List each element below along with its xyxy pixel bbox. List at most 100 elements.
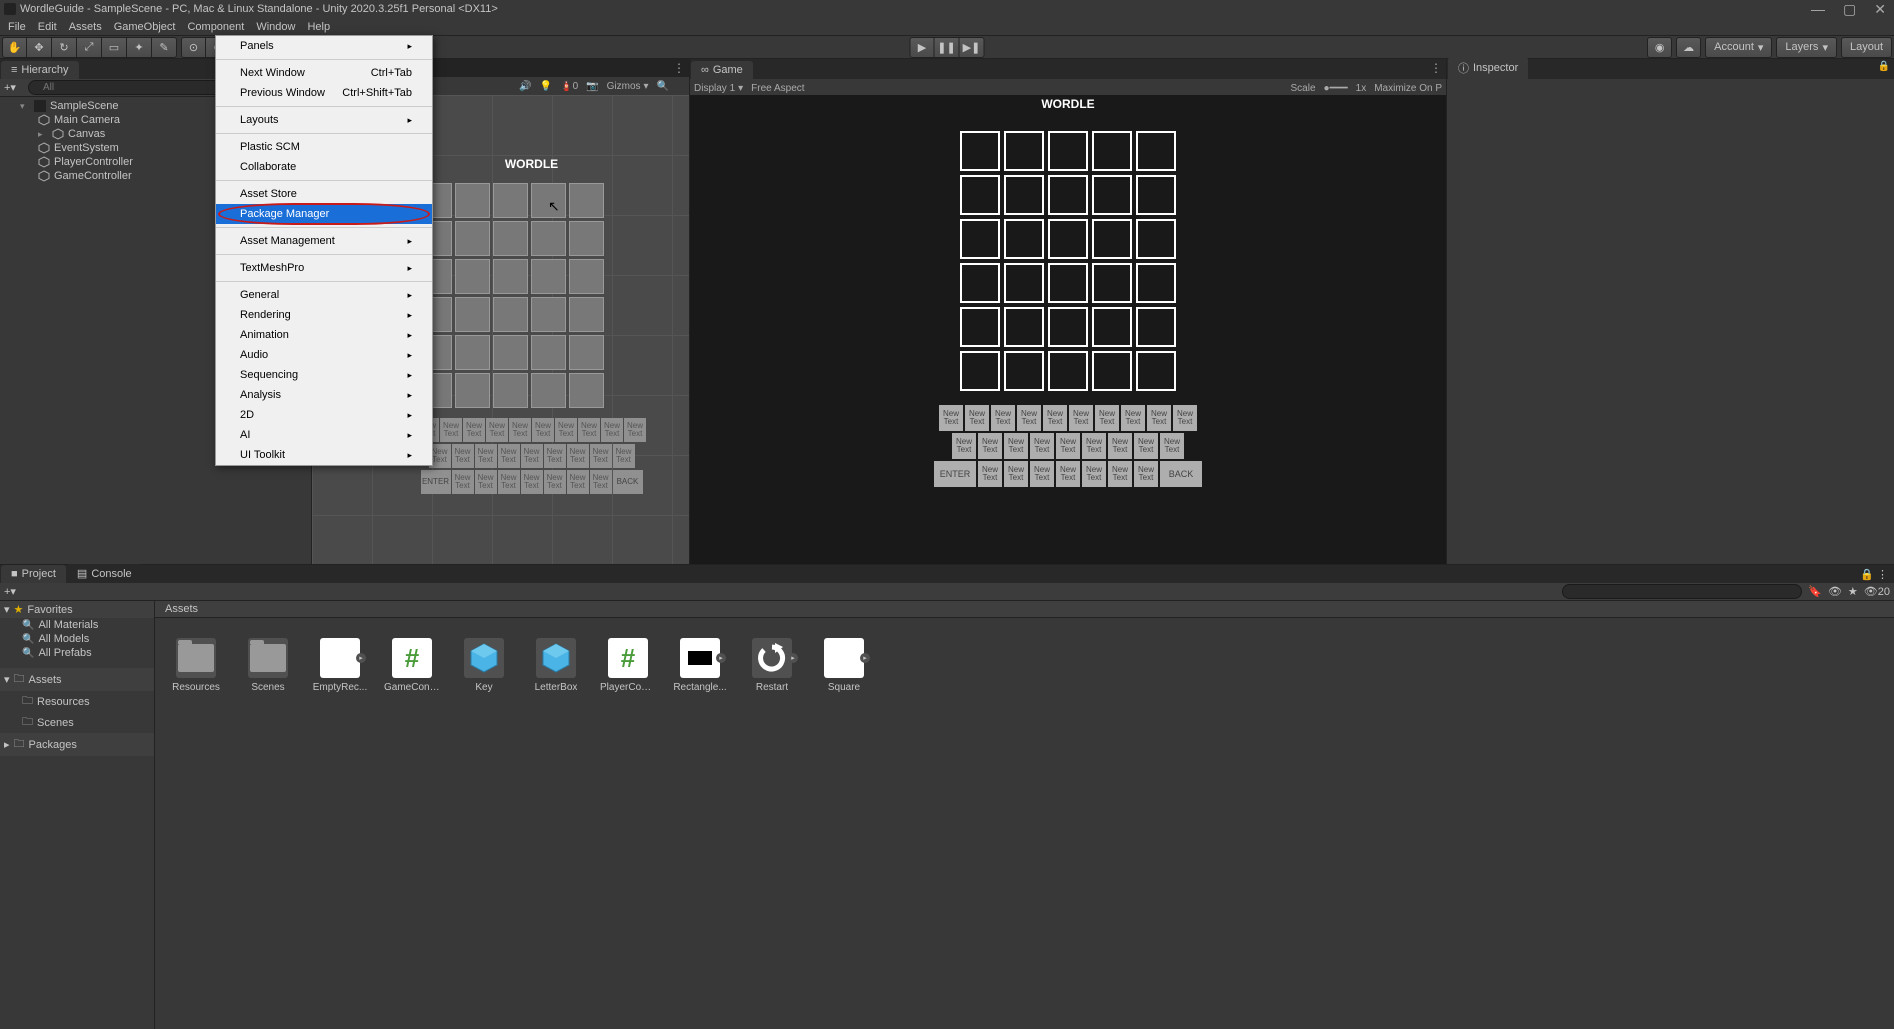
scene-fx-toggle[interactable]: 💡 <box>540 81 552 92</box>
scale-tool-button[interactable]: ⤢ <box>77 37 102 58</box>
keyboard-key[interactable]: New Text <box>1030 433 1054 459</box>
keyboard-key[interactable]: New Text <box>1108 433 1132 459</box>
menu-panels[interactable]: Panels▸ <box>216 36 432 56</box>
back-key[interactable]: BACK <box>1160 461 1202 487</box>
search-icon[interactable]: 🔍 <box>657 81 669 92</box>
asset-item[interactable]: ▸Rectangle... <box>675 638 725 693</box>
menu-ai[interactable]: AI▸ <box>216 425 432 445</box>
menu-edit[interactable]: Edit <box>32 19 63 35</box>
scene-audio-toggle[interactable]: 🔊 <box>519 81 531 92</box>
keyboard-key[interactable]: New Text <box>952 433 976 459</box>
asset-item[interactable]: Key <box>459 638 509 693</box>
menu-analysis[interactable]: Analysis▸ <box>216 385 432 405</box>
star-filter-button[interactable]: ★ <box>1848 585 1858 598</box>
keyboard-key[interactable]: New Text <box>440 418 462 442</box>
keyboard-key[interactable]: New Text <box>1173 405 1197 431</box>
keyboard-key[interactable]: New Text <box>1017 405 1041 431</box>
keyboard-key[interactable]: New Text <box>1004 461 1028 487</box>
keyboard-key[interactable]: New Text <box>1082 433 1106 459</box>
keyboard-key[interactable]: New Text <box>463 418 485 442</box>
add-asset-button[interactable]: +▾ <box>4 585 24 598</box>
asset-item[interactable]: #GameCont... <box>387 638 437 693</box>
menu-help[interactable]: Help <box>301 19 336 35</box>
keyboard-key[interactable]: New Text <box>978 433 1002 459</box>
keyboard-key[interactable]: New Text <box>1121 405 1145 431</box>
tab-project[interactable]: ■ Project <box>1 565 66 583</box>
asset-folder-item[interactable]: 🗀Resources <box>0 691 154 712</box>
account-dropdown[interactable]: Account▾ <box>1705 37 1772 58</box>
asset-item[interactable]: #PlayerCont... <box>603 638 653 693</box>
keyboard-key[interactable]: New Text <box>521 470 543 494</box>
packages-header[interactable]: ▸🗀Packages <box>0 733 154 756</box>
asset-item[interactable]: Scenes <box>243 638 293 693</box>
keyboard-key[interactable]: New Text <box>498 470 520 494</box>
keyboard-key[interactable]: New Text <box>486 418 508 442</box>
rect-tool-button[interactable]: ▭ <box>102 37 127 58</box>
menu-rendering[interactable]: Rendering▸ <box>216 305 432 325</box>
menu-package-manager[interactable]: Package Manager <box>216 204 432 224</box>
keyboard-key[interactable]: New Text <box>1134 433 1158 459</box>
keyboard-key[interactable]: New Text <box>1147 405 1171 431</box>
keyboard-key[interactable]: New Text <box>475 444 497 468</box>
keyboard-key[interactable]: New Text <box>1004 433 1028 459</box>
favorites-header[interactable]: ▾★Favorites <box>0 601 154 618</box>
keyboard-key[interactable]: New Text <box>544 444 566 468</box>
keyboard-key[interactable]: New Text <box>567 444 589 468</box>
keyboard-key[interactable]: New Text <box>1056 433 1080 459</box>
layout-dropdown[interactable]: Layout <box>1841 37 1892 58</box>
keyboard-key[interactable]: New Text <box>1030 461 1054 487</box>
maximize-button[interactable]: ▢ <box>1843 1 1856 18</box>
pivot-button[interactable]: ⊙ <box>181 37 206 58</box>
asset-item[interactable]: Resources <box>171 638 221 693</box>
add-button[interactable]: +▾ <box>4 81 24 94</box>
menu-general[interactable]: General▸ <box>216 285 432 305</box>
asset-item[interactable]: LetterBox <box>531 638 581 693</box>
keyboard-key[interactable]: New Text <box>978 461 1002 487</box>
project-search-input[interactable] <box>1562 584 1802 599</box>
keyboard-key[interactable]: New Text <box>1108 461 1132 487</box>
assets-header[interactable]: ▾🗀Assets <box>0 668 154 691</box>
menu-collaborate[interactable]: Collaborate <box>216 157 432 177</box>
keyboard-key[interactable]: New Text <box>532 418 554 442</box>
menu-next-window[interactable]: Next WindowCtrl+Tab <box>216 63 432 83</box>
menu-animation[interactable]: Animation▸ <box>216 325 432 345</box>
keyboard-key[interactable]: New Text <box>1069 405 1093 431</box>
tab-hierarchy[interactable]: ≡ Hierarchy <box>1 61 79 79</box>
move-tool-button[interactable]: ✥ <box>27 37 52 58</box>
menu-prev-window[interactable]: Previous WindowCtrl+Shift+Tab <box>216 83 432 103</box>
tab-game[interactable]: ∞ Game <box>691 61 753 79</box>
menu-asset-store[interactable]: Asset Store <box>216 184 432 204</box>
keyboard-key[interactable]: New Text <box>567 470 589 494</box>
custom-tool-button[interactable]: ✎ <box>152 37 177 58</box>
tab-inspector[interactable]: ⓘ Inspector <box>1448 57 1528 79</box>
keyboard-key[interactable]: New Text <box>601 418 623 442</box>
menu-ui-toolkit[interactable]: UI Toolkit▸ <box>216 445 432 465</box>
menu-sequencing[interactable]: Sequencing▸ <box>216 365 432 385</box>
keyboard-key[interactable]: New Text <box>555 418 577 442</box>
keyboard-key[interactable]: New Text <box>498 444 520 468</box>
fav-item[interactable]: 🔍All Materials <box>0 618 154 632</box>
keyboard-key[interactable]: New Text <box>939 405 963 431</box>
keyboard-key[interactable]: New Text <box>590 470 612 494</box>
layers-dropdown[interactable]: Layers▾ <box>1776 37 1837 58</box>
asset-item[interactable]: ▸Square <box>819 638 869 693</box>
keyboard-key[interactable]: New Text <box>509 418 531 442</box>
keyboard-key[interactable]: New Text <box>590 444 612 468</box>
keyboard-key[interactable]: New Text <box>1160 433 1184 459</box>
menu-plastic[interactable]: Plastic SCM <box>216 137 432 157</box>
menu-2d[interactable]: 2D▸ <box>216 405 432 425</box>
keyboard-key[interactable]: New Text <box>452 470 474 494</box>
display-dropdown[interactable]: Display 1 ▾ <box>694 83 743 94</box>
back-key[interactable]: BACK <box>613 470 643 494</box>
gizmos-dropdown[interactable]: Gizmos ▾ <box>607 81 649 92</box>
keyboard-key[interactable]: New Text <box>544 470 566 494</box>
menu-audio[interactable]: Audio▸ <box>216 345 432 365</box>
keyboard-key[interactable]: New Text <box>991 405 1015 431</box>
menu-file[interactable]: File <box>2 19 32 35</box>
minimize-button[interactable]: — <box>1811 1 1825 18</box>
keyboard-key[interactable]: New Text <box>578 418 600 442</box>
scene-camera-toggle[interactable]: 📷 <box>586 81 598 92</box>
keyboard-key[interactable]: New Text <box>1134 461 1158 487</box>
scale-slider[interactable]: ●━━━ <box>1324 83 1348 94</box>
menu-assets[interactable]: Assets <box>63 19 108 35</box>
